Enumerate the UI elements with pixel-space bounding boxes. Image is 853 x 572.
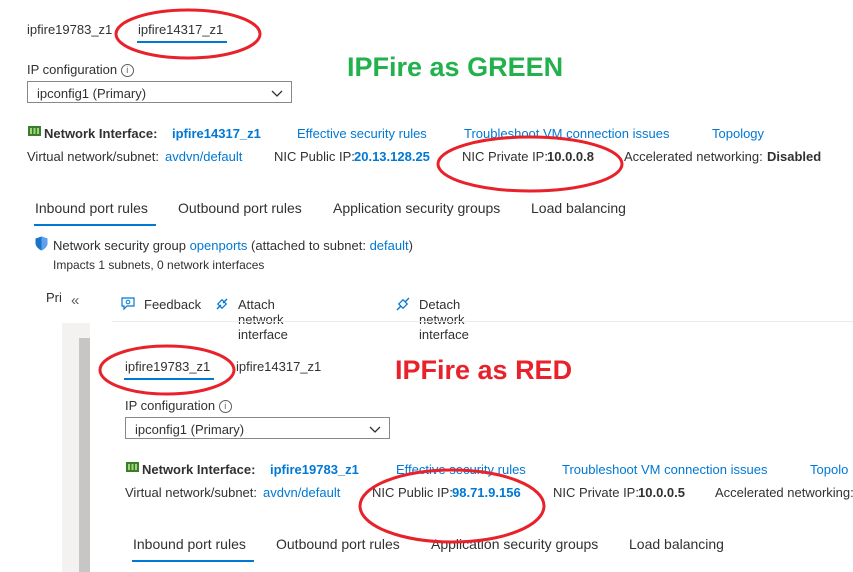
ipconfig-dropdown-value: ipconfig1 (Primary) (37, 86, 147, 101)
vnet-label: Virtual network/subnet: (125, 485, 257, 500)
public-ip-label: NIC Public IP: (274, 149, 355, 164)
nic-tab-ipfire14317[interactable]: ipfire14317_z1 (138, 22, 223, 37)
tab-outbound-port-rules[interactable]: Outbound port rules (178, 200, 302, 216)
nic-tab-active-underline (124, 378, 214, 380)
vnet-link[interactable]: avdvn/default (263, 485, 340, 500)
tab-load-balancing[interactable]: Load balancing (531, 200, 626, 216)
accelerated-networking-label: Accelerated networking: (715, 485, 853, 500)
ipconfig-dropdown-value: ipconfig1 (Primary) (135, 422, 245, 437)
nsg-close-paren: ) (408, 238, 413, 253)
topology-link[interactable]: Topology (712, 126, 764, 141)
tab-inbound-underline (132, 560, 254, 562)
nsg-text: Network security group (53, 238, 186, 253)
shield-icon (35, 236, 48, 251)
public-ip-link[interactable]: 20.13.128.25 (354, 149, 430, 164)
network-interface-link[interactable]: ipfire14317_z1 (172, 126, 261, 141)
chevron-down-icon (271, 90, 283, 97)
detach-icon (396, 297, 410, 311)
tab-inbound-port-rules[interactable]: Inbound port rules (133, 536, 246, 552)
annotation-circle-private-ip (436, 135, 624, 193)
annotation-circle-public-ip (358, 468, 546, 544)
network-interface-icon (28, 126, 41, 136)
network-interface-icon (126, 462, 139, 472)
tab-application-security-groups[interactable]: Application security groups (333, 200, 500, 216)
ipconfig-label: IP configuration i (125, 398, 232, 413)
attach-icon (216, 298, 228, 310)
tab-inbound-underline (34, 224, 156, 226)
troubleshoot-vm-link[interactable]: Troubleshoot VM connection issues (464, 126, 669, 141)
nic-tab-active-underline (137, 41, 227, 43)
private-ip-label: NIC Private IP: (462, 149, 548, 164)
troubleshoot-vm-link[interactable]: Troubleshoot VM connection issues (562, 462, 767, 477)
side-panel-label: Pri (46, 290, 62, 305)
nsg-impacts-text: Impacts 1 subnets, 0 network interfaces (53, 258, 265, 272)
network-interface-label: Network Interface: (44, 126, 158, 141)
info-icon: i (120, 64, 134, 77)
ipconfig-dropdown[interactable]: ipconfig1 (Primary) (27, 81, 292, 103)
effective-security-rules-link[interactable]: Effective security rules (396, 462, 526, 477)
accelerated-networking-label: Accelerated networking: (624, 149, 763, 164)
ipconfig-label: IP configuration i (27, 62, 134, 77)
topology-link[interactable]: Topolo (810, 462, 848, 477)
toolbar-divider (112, 321, 853, 322)
vnet-label: Virtual network/subnet: (27, 149, 159, 164)
scrollbar-thumb[interactable] (79, 338, 90, 572)
ipconfig-dropdown[interactable]: ipconfig1 (Primary) (125, 417, 390, 439)
attach-label: Attach network interface (238, 297, 288, 342)
feedback-label: Feedback (144, 297, 202, 312)
tab-application-security-groups[interactable]: Application security groups (431, 536, 598, 552)
chevron-down-icon (369, 426, 381, 433)
vnet-link[interactable]: avdvn/default (165, 149, 242, 164)
tab-load-balancing[interactable]: Load balancing (629, 536, 724, 552)
tab-inbound-port-rules[interactable]: Inbound port rules (35, 200, 148, 216)
collapse-panel-icon[interactable]: « (71, 292, 79, 309)
network-interface-label: Network Interface: (142, 462, 256, 477)
tab-outbound-port-rules[interactable]: Outbound port rules (276, 536, 400, 552)
nsg-name-link[interactable]: openports (190, 238, 248, 253)
public-ip-link[interactable]: 98.71.9.156 (452, 485, 521, 500)
effective-security-rules-link[interactable]: Effective security rules (297, 126, 427, 141)
private-ip-value: 10.0.0.8 (547, 149, 594, 164)
network-interface-link[interactable]: ipfire19783_z1 (270, 462, 359, 477)
nsg-attached-text: (attached to subnet: (251, 238, 366, 253)
nic-tab-ipfire19783[interactable]: ipfire19783_z1 (27, 22, 112, 37)
private-ip-value: 10.0.0.5 (638, 485, 685, 500)
public-ip-label: NIC Public IP: (372, 485, 453, 500)
annotation-red: IPFire as RED (395, 355, 573, 385)
detach-label: Detach network interface (419, 297, 469, 342)
nic-tab-ipfire19783[interactable]: ipfire19783_z1 (125, 359, 210, 374)
info-icon: i (218, 400, 232, 413)
annotation-green: IPFire as GREEN (347, 52, 564, 82)
nic-tab-ipfire14317[interactable]: ipfire14317_z1 (236, 359, 321, 374)
private-ip-label: NIC Private IP: (553, 485, 639, 500)
nsg-subnet-link[interactable]: default (370, 238, 409, 253)
accelerated-networking-value: Disabled (767, 149, 822, 164)
feedback-icon (121, 297, 135, 311)
nsg-line: Network security group openports (attach… (53, 238, 413, 253)
